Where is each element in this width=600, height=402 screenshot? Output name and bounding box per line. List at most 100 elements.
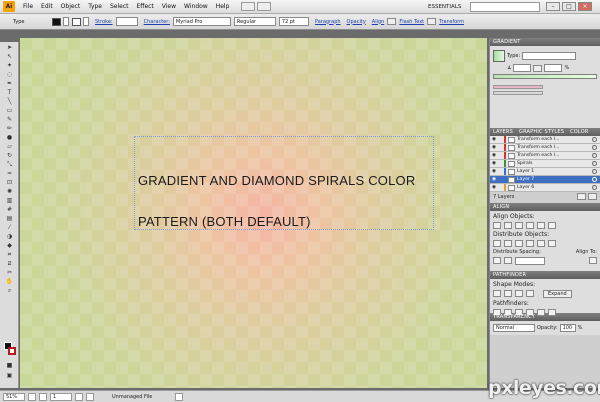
eye-icon[interactable]: ◉ [490,169,498,174]
layer-row[interactable]: ◉ Transform each l... [490,144,600,152]
font-size-field[interactable]: 72 pt [278,17,309,26]
screen-mode-icon[interactable]: ▣ [4,372,15,379]
blend-tool-icon[interactable]: ◑ [4,233,15,240]
gradient-tool-icon[interactable]: ▤ [4,215,15,222]
align-bottom-icon[interactable] [548,222,556,229]
direct-selection-tool-icon[interactable]: ↖ [4,53,15,60]
stroke-color-swatch[interactable] [8,347,16,355]
next-artboard-icon[interactable] [75,392,83,401]
align-vcenter-icon[interactable] [537,222,545,229]
opacity-link[interactable]: Opacity [344,19,369,25]
symbol-sprayer-tool-icon[interactable]: ✺ [4,188,15,195]
tab-graphic-styles[interactable]: GRAPHIC STYLES [519,129,564,135]
eye-icon[interactable]: ◉ [490,177,498,182]
distribute-top-icon[interactable] [493,240,501,247]
font-family-select[interactable]: Myriad Pro [172,17,231,26]
align-icon[interactable] [387,18,397,25]
artboard-number-field[interactable]: 1 [50,392,72,401]
eraser-tool-icon[interactable]: ▱ [4,143,15,150]
flash-text-link[interactable]: Flash Text [396,19,427,25]
align-hcenter-icon[interactable] [504,222,512,229]
menu-file[interactable]: File [19,3,37,10]
menu-select[interactable]: Select [106,3,133,10]
target-circle-icon[interactable] [592,185,597,190]
text-options-icon[interactable] [427,18,437,25]
stroke-swatch[interactable] [72,17,81,26]
zoom-tool-icon[interactable]: ⌕ [4,287,15,294]
mesh-tool-icon[interactable]: # [4,206,15,213]
last-artboard-icon[interactable] [86,392,94,401]
prev-artboard-icon[interactable] [39,392,47,401]
pencil-tool-icon[interactable]: ✏ [4,125,15,132]
rotate-tool-icon[interactable]: ↻ [4,152,15,159]
crop-area-tool-icon[interactable]: ⌗ [4,251,15,258]
color-mode-icon[interactable]: ■ [4,362,15,369]
zoom-select[interactable]: 51% [3,392,25,401]
scissors-tool-icon[interactable]: ✂ [4,269,15,276]
scale-tool-icon[interactable]: ⤡ [4,161,15,168]
blend-mode-select[interactable]: Normal [493,324,535,332]
layer-row[interactable]: ◉ Layer 1 [490,168,600,176]
arrange-documents-button[interactable] [257,2,272,11]
type-tool-icon[interactable]: T [4,89,15,96]
target-circle-icon[interactable] [592,137,597,142]
outline-icon[interactable] [537,309,545,316]
maximize-icon[interactable]: □ [562,2,576,11]
new-layer-icon[interactable] [577,193,586,200]
align-panel-header[interactable]: ALIGN [490,203,600,211]
character-link[interactable]: Character: [141,19,173,25]
minus-front-icon[interactable] [504,290,512,297]
menu-edit[interactable]: Edit [37,3,57,10]
gradient-angle-field[interactable] [513,64,532,72]
align-link[interactable]: Align [369,19,388,25]
status-menu-icon[interactable] [175,392,183,401]
expand-button[interactable]: Expand [543,290,572,298]
menu-object[interactable]: Object [57,3,85,10]
slice-tool-icon[interactable]: ⧄ [4,260,15,267]
opacity-field[interactable]: 100 [559,324,576,332]
first-artboard-icon[interactable] [28,392,36,401]
target-circle-icon[interactable] [592,169,597,174]
font-style-select[interactable]: Regular [233,17,276,26]
target-circle-icon[interactable] [592,145,597,150]
eye-icon[interactable]: ◉ [490,145,498,150]
menu-type[interactable]: Type [84,3,106,10]
fill-dropdown-icon[interactable] [63,17,69,26]
align-left-icon[interactable] [493,222,501,229]
stroke-dropdown-icon[interactable] [83,17,89,26]
tab-color[interactable]: COLOR [570,129,588,135]
distribute-right-icon[interactable] [548,240,556,247]
target-circle-icon[interactable] [592,161,597,166]
target-circle-icon[interactable] [592,177,597,182]
warp-tool-icon[interactable]: ≈ [4,170,15,177]
gradient-stop-track-icon[interactable] [493,85,543,89]
tab-layers[interactable]: LAYERS [493,129,513,135]
eyedropper-tool-icon[interactable]: ⁄ [4,224,15,231]
align-to-select-icon[interactable] [589,257,597,264]
selection-tool-icon[interactable]: ➤ [4,44,15,51]
gradient-aspect-field[interactable] [544,64,563,72]
artboard-canvas[interactable]: GRADIENT AND DIAMOND SPIRALS COLOR PATTE… [20,38,487,388]
target-circle-icon[interactable] [592,153,597,158]
column-graph-tool-icon[interactable]: ▥ [4,197,15,204]
pathfinder-panel-header[interactable]: PATHFINDER [490,271,600,279]
unite-icon[interactable] [493,290,501,297]
menu-effect[interactable]: Effect [133,3,158,10]
rectangle-tool-icon[interactable]: ▭ [4,107,15,114]
transparency-panel-header[interactable]: TRANSPARENCY [490,313,600,321]
align-right-icon[interactable] [515,222,523,229]
layer-row[interactable]: ◉ Spirals [490,160,600,168]
layer-row[interactable]: ◉ Layer 6 [490,184,600,192]
distribute-h-space-icon[interactable] [504,257,512,264]
opacity-track-icon[interactable] [493,91,543,95]
transform-link[interactable]: Transform [436,19,467,25]
close-icon[interactable]: × [578,2,592,11]
fill-stroke-swatches[interactable] [4,342,16,356]
eye-icon[interactable]: ◉ [490,185,498,190]
exclude-icon[interactable] [526,290,534,297]
intersect-icon[interactable] [515,290,523,297]
line-tool-icon[interactable]: ╲ [4,98,15,105]
pen-tool-icon[interactable]: ✒ [4,80,15,87]
minus-back-icon[interactable] [548,309,556,316]
menu-view[interactable]: View [158,3,180,10]
